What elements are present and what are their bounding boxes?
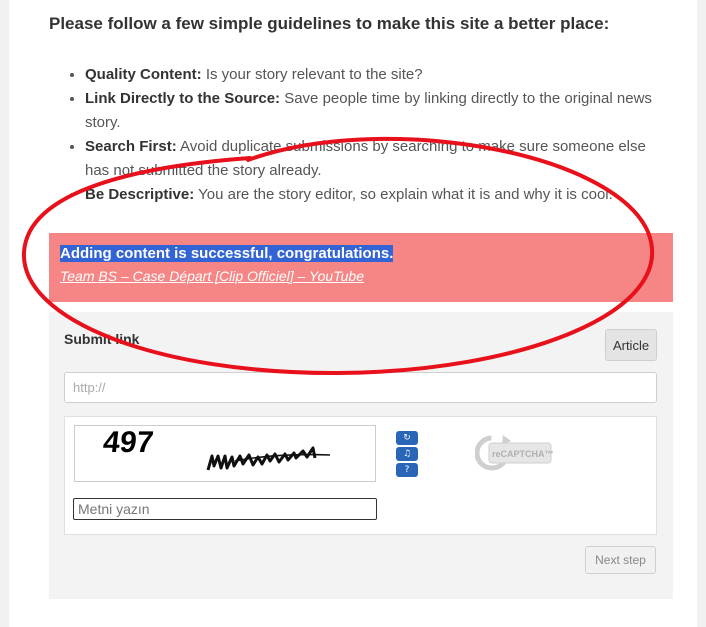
guidelines-heading: Please follow a few simple guidelines to… bbox=[49, 14, 610, 33]
refresh-icon[interactable]: ↻ bbox=[396, 431, 418, 445]
audio-icon[interactable]: ♫ bbox=[396, 447, 418, 461]
guideline-text: Is your story relevant to the site? bbox=[201, 66, 423, 83]
submit-link-panel: Submit link Article 497 ↻ ♫ ? reCAPTCHA™ bbox=[49, 312, 673, 599]
success-message: Adding content is successful, congratula… bbox=[60, 245, 394, 262]
recaptcha-logo: reCAPTCHA™ bbox=[474, 431, 555, 480]
captcha-controls: ↻ ♫ ? bbox=[396, 431, 418, 479]
next-step-button[interactable]: Next step bbox=[585, 546, 656, 574]
captcha-box: 497 ↻ ♫ ? reCAPTCHA™ bbox=[64, 416, 657, 535]
success-notice: Adding content is successful, congratula… bbox=[49, 233, 673, 302]
submitted-story-link[interactable]: Team BS – Case Départ [Clip Officiel] – … bbox=[60, 268, 662, 284]
guideline-term: Be Descriptive: bbox=[85, 186, 195, 203]
guideline-term: Quality Content: bbox=[85, 66, 202, 83]
captcha-image: 497 bbox=[74, 425, 376, 482]
captcha-text-input[interactable] bbox=[73, 498, 377, 520]
article-button[interactable]: Article bbox=[605, 329, 657, 361]
guideline-item: Quality Content: Is your story relevant … bbox=[85, 63, 674, 87]
captcha-distorted-text: 497 bbox=[102, 426, 331, 471]
url-input[interactable] bbox=[64, 372, 657, 403]
submit-link-title: Submit link bbox=[64, 331, 140, 347]
guideline-term: Link Directly to the Source: bbox=[85, 90, 281, 107]
help-icon[interactable]: ? bbox=[396, 463, 418, 477]
guideline-term: Search First: bbox=[85, 138, 177, 155]
guideline-text: You are the story editor, so explain wha… bbox=[194, 186, 613, 203]
guideline-item: Link Directly to the Source: Save people… bbox=[85, 87, 674, 135]
captcha-number: 497 bbox=[102, 426, 156, 459]
guideline-item: Search First: Avoid duplicate submission… bbox=[85, 135, 674, 183]
guidelines-list: Quality Content: Is your story relevant … bbox=[49, 63, 674, 207]
recaptcha-logo-text: reCAPTCHA™ bbox=[492, 449, 554, 459]
guideline-item: Be Descriptive: You are the story editor… bbox=[85, 183, 674, 207]
